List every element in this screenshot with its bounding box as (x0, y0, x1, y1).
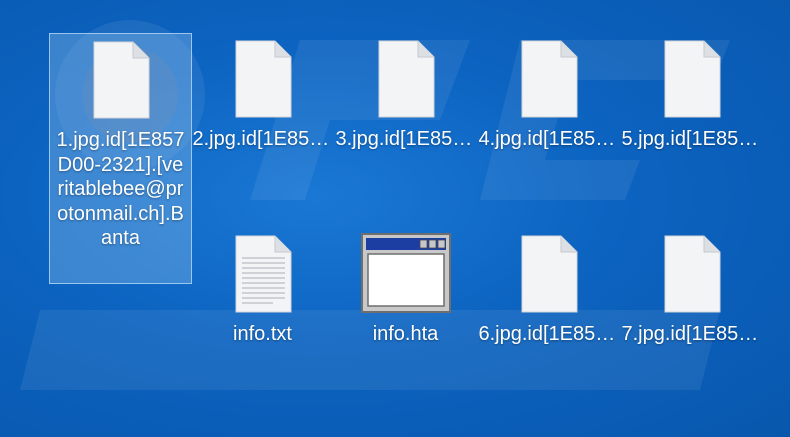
file-item[interactable]: 2.jpg.id[1E857D00-2321].[veritablebee@pr… (191, 33, 334, 151)
file-item[interactable]: 4.jpg.id[1E857D00-2321].[veritablebee@pr… (477, 33, 620, 151)
file-item[interactable]: 3.jpg.id[1E857D00-2321].[veritablebee@pr… (334, 33, 477, 151)
file-name: 5.jpg.id[1E857D00-2321].[veritablebee@pr… (621, 128, 762, 150)
file-item[interactable]: 6.jpg.id[1E857D00-2321].[veritablebee@pr… (477, 228, 620, 346)
document-icon (378, 40, 434, 118)
file-name: 1.jpg.id[1E857D00-2321].[veritablebee@pr… (56, 129, 185, 249)
file-name: 3.jpg.id[1E857D00-2321].[veritablebee@pr… (335, 128, 476, 150)
hta-application-icon (360, 233, 451, 313)
file-item[interactable]: info.hta (334, 228, 477, 346)
file-item[interactable]: 1.jpg.id[1E857D00-2321].[veritablebee@pr… (49, 33, 192, 284)
file-name: 6.jpg.id[1E857D00-2321].[veritablebee@pr… (478, 323, 619, 345)
file-name: 4.jpg.id[1E857D00-2321].[veritablebee@pr… (478, 128, 619, 150)
document-icon (521, 40, 577, 118)
file-name: 2.jpg.id[1E857D00-2321].[veritablebee@pr… (192, 128, 333, 150)
desktop: 1.jpg.id[1E857D00-2321].[veritablebee@pr… (0, 0, 790, 437)
document-icon (521, 235, 577, 313)
document-icon (664, 235, 720, 313)
text-document-icon (235, 235, 291, 313)
file-item[interactable]: info.txt (191, 228, 334, 346)
document-icon (93, 41, 149, 119)
document-icon (664, 40, 720, 118)
document-icon (235, 40, 291, 118)
file-item[interactable]: 5.jpg.id[1E857D00-2321].[veritablebee@pr… (620, 33, 763, 151)
file-name: info.txt (233, 323, 292, 345)
file-item[interactable]: 7.jpg.id[1E857D00-2321].[veritablebee@pr… (620, 228, 763, 346)
file-name: 7.jpg.id[1E857D00-2321].[veritablebee@pr… (621, 323, 762, 345)
file-name: info.hta (372, 323, 439, 345)
